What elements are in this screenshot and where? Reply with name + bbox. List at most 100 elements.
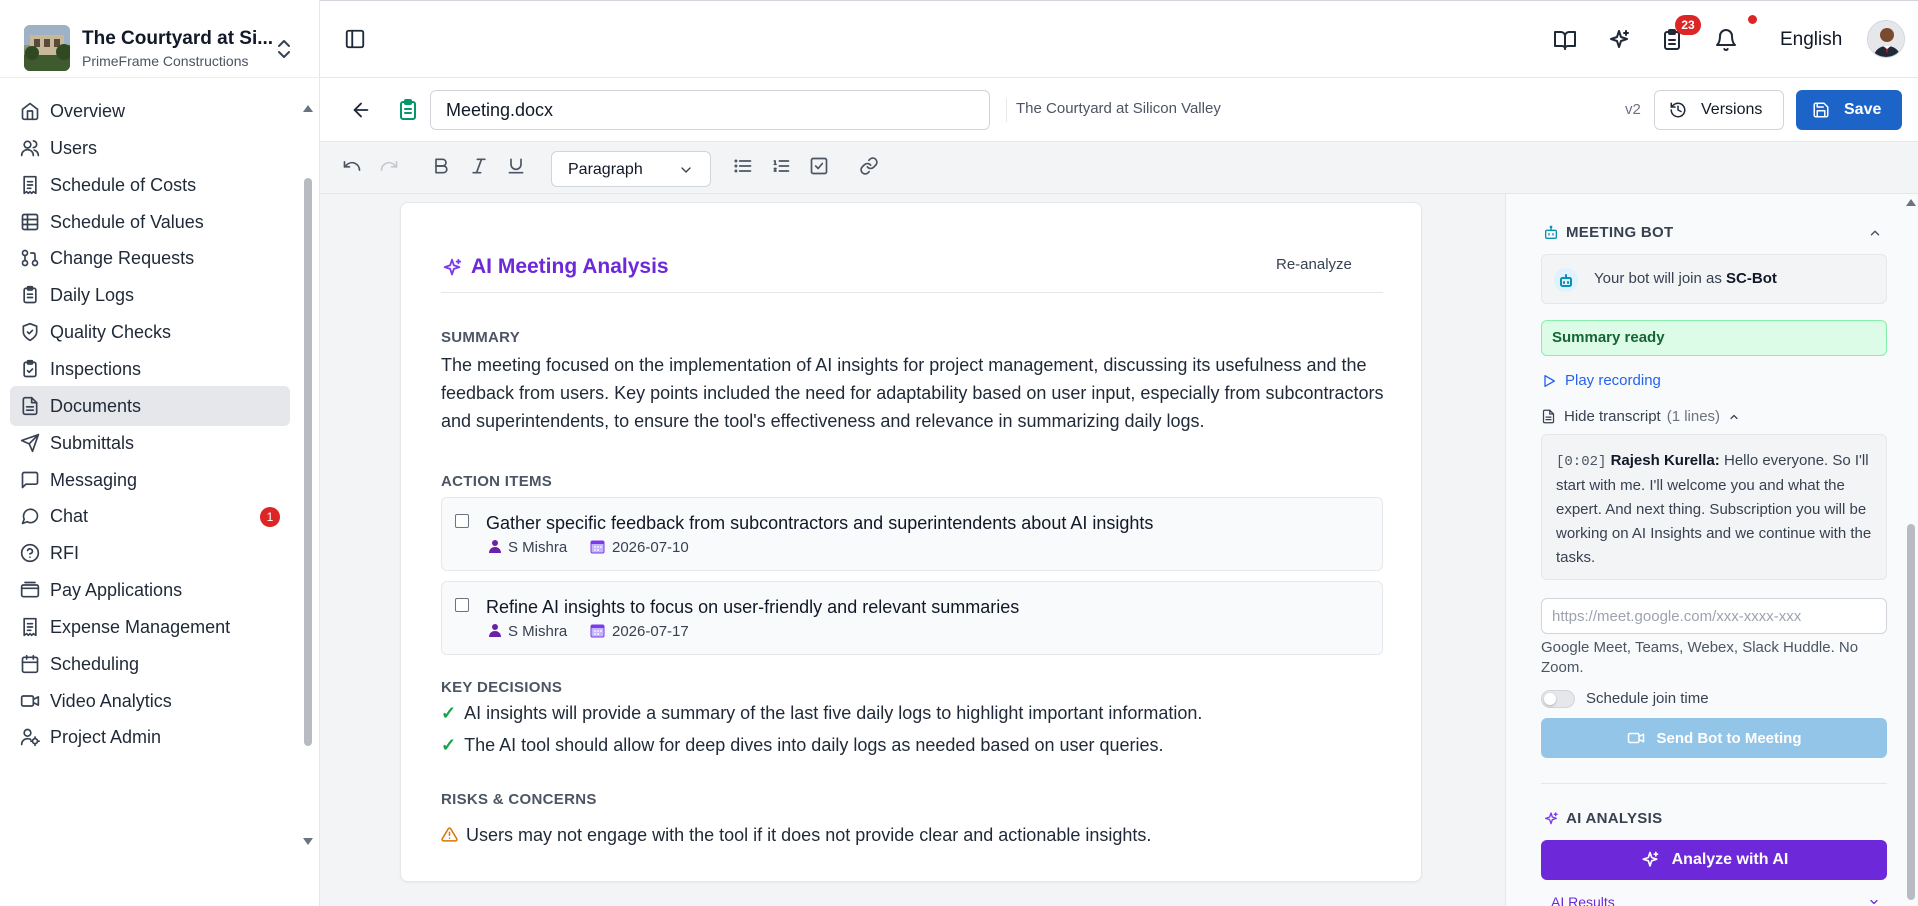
chevron-up-icon[interactable] [1868,226,1882,240]
tasks-badge: 23 [1675,15,1701,35]
bold-icon[interactable] [431,156,453,178]
sidebar-item-expense-management[interactable]: Expense Management [10,607,290,647]
risks-heading: RISKS & CONCERNS [441,791,597,808]
check-icon: ✓ [441,735,457,755]
document-editor[interactable]: AI Meeting Analysis Re-analyze SUMMARY T… [320,194,1515,906]
bot-name: SC-Bot [1726,270,1777,287]
sidebar-item-label: Chat [50,505,89,526]
checklist-icon[interactable] [809,156,831,178]
book-open-icon[interactable] [1553,28,1577,52]
ai-meeting-analysis-card: AI Meeting Analysis Re-analyze SUMMARY T… [400,202,1422,882]
save-button[interactable]: Save [1796,90,1902,130]
sidebar-item-users[interactable]: Users [10,128,290,168]
document-project-name: The Courtyard at Silicon Valley [1016,100,1221,117]
block-type-select[interactable]: Paragraph [551,151,711,187]
meeting-url-input[interactable] [1541,598,1887,634]
sidebar-item-label: Users [50,137,98,158]
toggle-knob [1544,693,1556,705]
document-name-input[interactable] [430,90,990,130]
ordered-list-icon[interactable] [771,156,793,178]
send-icon [20,433,40,453]
action-checkbox[interactable] [455,514,469,528]
ai-analysis-heading: AI ANALYSIS [1566,810,1663,827]
sidebar-item-daily-logs[interactable]: Daily Logs [10,275,290,315]
hide-transcript-toggle[interactable]: Hide transcript (1 lines) [1541,408,1740,425]
risk-text: Users may not engage with the tool if it… [466,825,1152,845]
link-icon[interactable] [859,156,881,178]
bot-icon [1543,225,1559,241]
sidebar-item-chat[interactable]: Chat 1 [10,496,290,536]
sidebar-item-overview[interactable]: Overview [10,91,290,131]
save-icon [1812,101,1830,119]
transcript-box: [0:02] Rajesh Kurella: Hello everyone. S… [1541,434,1887,580]
history-icon [1669,101,1687,119]
sidebar-item-video-analytics[interactable]: Video Analytics [10,681,290,721]
sidebar-item-schedule-of-values[interactable]: Schedule of Values [10,202,290,242]
risk-item: Users may not engage with the tool if it… [441,825,1151,846]
sidebar-item-inspections[interactable]: Inspections [10,349,290,389]
sparkles-icon[interactable] [1607,28,1631,52]
sidebar-item-documents[interactable]: Documents [10,386,290,426]
document-header: The Courtyard at Silicon Valley v2 Versi… [320,78,1918,142]
redo-icon[interactable] [379,156,401,178]
project-switcher[interactable]: The Courtyard at Si... PrimeFrame Constr… [0,0,320,78]
bot-identity-box: Your bot will join as SC-Bot [1541,254,1887,304]
play-recording-link[interactable]: Play recording [1541,372,1661,389]
formatting-toolbar: Paragraph [320,142,1918,194]
sidebar-item-submittals[interactable]: Submittals [10,423,290,463]
transcript-speaker: Rajesh Kurella: [1610,452,1720,469]
analyze-label: Analyze with AI [1671,851,1789,868]
divider [1541,783,1887,784]
sidebar-toggle-icon[interactable] [344,28,368,52]
language-selector[interactable]: English [1780,29,1842,51]
sidebar-item-rfi[interactable]: RFI [10,533,290,573]
sidebar-item-pay-applications[interactable]: Pay Applications [10,570,290,610]
ai-results-toggle[interactable]: AI Results [1551,894,1615,906]
undo-icon[interactable] [342,156,364,178]
sidebar-item-label: Daily Logs [50,284,135,305]
action-text: Refine AI insights to focus on user-frie… [486,597,1020,617]
schedule-join-toggle[interactable] [1541,690,1575,708]
sidebar-item-scheduling[interactable]: Scheduling [10,644,290,684]
play-icon [1541,373,1565,389]
sidebar-item-label: Overview [50,100,126,121]
action-checkbox[interactable] [455,598,469,612]
sidebar-scrollbar[interactable] [300,100,316,850]
save-label: Save [1844,101,1882,118]
sidebar-item-label: Change Requests [50,247,195,268]
versions-button[interactable]: Versions [1654,90,1784,130]
panel-scrollbar[interactable] [1903,194,1918,906]
chevrons-up-down-icon[interactable] [274,37,294,61]
sidebar-item-change-requests[interactable]: Change Requests [10,238,290,278]
calendar-icon [20,654,40,674]
italic-icon[interactable] [469,156,491,178]
avatar[interactable] [1867,20,1905,58]
sidebar-item-label: Project Admin [50,726,162,747]
bell-icon[interactable] [1714,28,1738,52]
chevron-up-icon [1728,411,1740,423]
reanalyze-button[interactable]: Re-analyze [1276,256,1352,273]
send-bot-button[interactable]: Send Bot to Meeting [1541,718,1887,758]
sidebar-item-messaging[interactable]: Messaging [10,460,290,500]
play-recording-label: Play recording [1565,372,1661,389]
receipt-icon [20,617,40,637]
sidebar-item-label: Schedule of Values [50,211,204,232]
back-arrow-icon[interactable] [350,99,372,121]
user-cog-icon [20,727,40,747]
help-circle-icon [20,543,40,563]
sidebar-item-quality-checks[interactable]: Quality Checks [10,312,290,352]
company-name: PrimeFrame Constructions [82,53,249,69]
action-item: Gather specific feedback from subcontrac… [441,497,1383,571]
shield-check-icon [20,322,40,342]
user-icon [488,539,502,553]
action-text: Gather specific feedback from subcontrac… [486,513,1154,533]
sidebar-item-schedule-of-costs[interactable]: Schedule of Costs [10,165,290,205]
bullet-list-icon[interactable] [733,156,755,178]
action-assignee: S Mishra [508,623,568,640]
sidebar-item-project-admin[interactable]: Project Admin [10,717,290,757]
chevron-down-icon[interactable] [1868,896,1880,906]
analyze-with-ai-button[interactable]: Analyze with AI [1541,840,1887,880]
calendar-icon [590,623,605,638]
sidebar-item-label: RFI [50,542,79,563]
underline-icon[interactable] [506,156,528,178]
